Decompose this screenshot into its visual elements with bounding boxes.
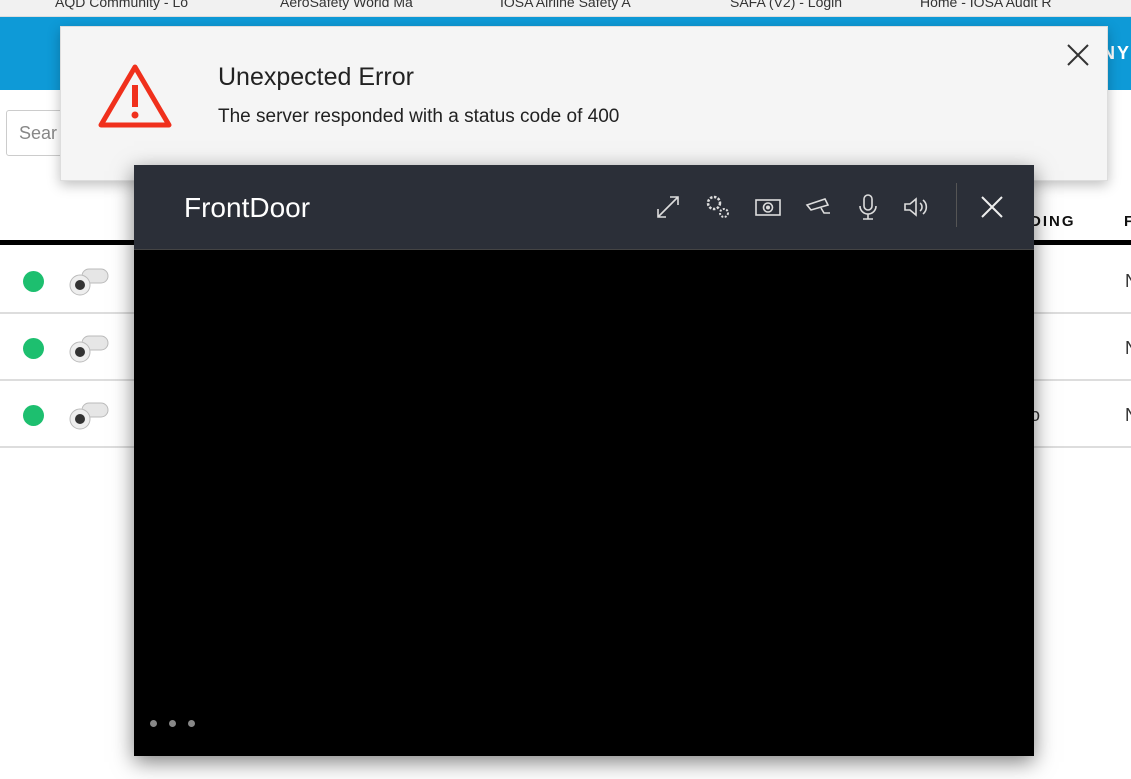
fullscreen-icon[interactable] (654, 193, 682, 221)
table-cell: N (1125, 338, 1131, 359)
bookmark[interactable]: AeroSafety World Ma (280, 0, 413, 10)
bookmark[interactable]: IOSA Airline Safety A (500, 0, 631, 10)
player-header: FrontDoor (134, 165, 1034, 250)
bookmark[interactable]: AQD Community - Lo (55, 0, 188, 10)
camera-icon (69, 268, 109, 296)
divider (956, 183, 957, 227)
snapshot-icon[interactable] (754, 193, 782, 221)
camera-icon (69, 402, 109, 430)
column-header[interactable]: DING (1030, 213, 1076, 230)
bookmarks-bar: AQD Community - Lo AeroSafety World Ma I… (0, 0, 1131, 17)
error-title: Unexpected Error (218, 63, 414, 91)
status-online-icon (23, 405, 44, 426)
camera-player: FrontDoor (134, 165, 1034, 756)
table-cell: N (1125, 405, 1131, 426)
more-options-dots-icon[interactable] (150, 714, 207, 732)
bookmark[interactable]: SAFA (V2) - Login (730, 0, 842, 10)
camera-ptz-icon[interactable] (804, 193, 832, 221)
error-message: The server responded with a status code … (218, 106, 620, 127)
close-icon[interactable] (1067, 44, 1089, 66)
table-cell: N (1125, 271, 1131, 292)
bookmark[interactable]: Home - IOSA Audit R (920, 0, 1052, 10)
microphone-icon[interactable] (854, 193, 882, 221)
camera-name: FrontDoor (184, 192, 311, 223)
error-dialog: Unexpected Error The server responded wi… (60, 26, 1108, 181)
status-online-icon (23, 338, 44, 359)
camera-icon (69, 335, 109, 363)
speaker-icon[interactable] (902, 193, 930, 221)
close-icon[interactable] (978, 193, 1006, 221)
settings-icon[interactable] (704, 193, 732, 221)
column-header[interactable]: F (1124, 213, 1131, 230)
warning-icon (98, 64, 172, 128)
status-online-icon (23, 271, 44, 292)
